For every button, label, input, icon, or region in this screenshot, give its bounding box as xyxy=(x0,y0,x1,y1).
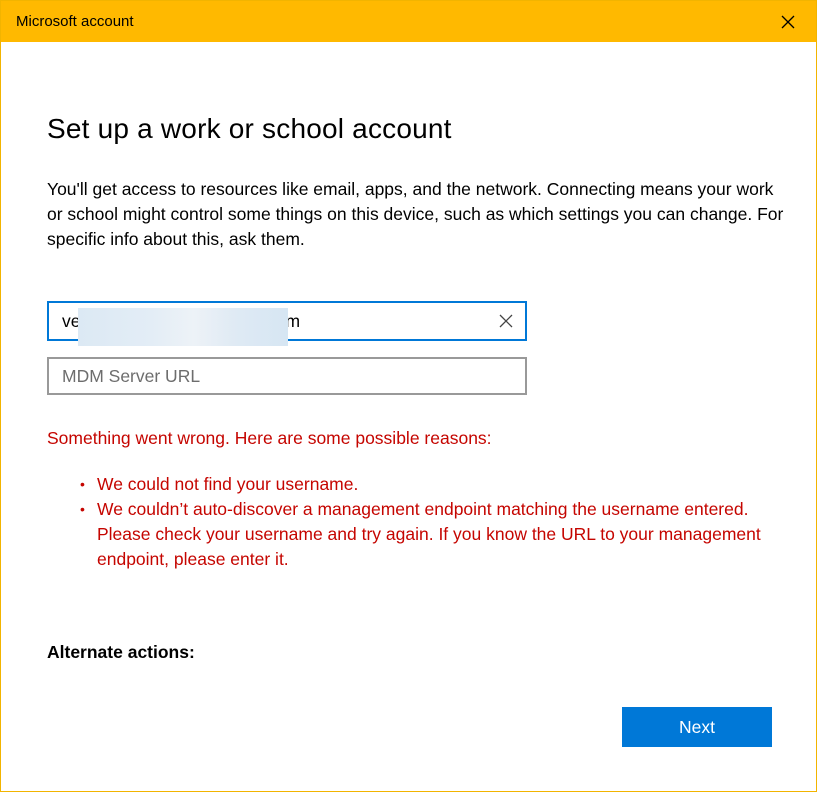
redaction-overlay xyxy=(78,308,288,346)
email-field[interactable]: ve m xyxy=(47,301,527,346)
next-button[interactable]: Next xyxy=(622,707,772,747)
clear-input-button[interactable] xyxy=(495,310,517,332)
page-title: Set up a work or school account xyxy=(47,113,452,144)
title-bar: Microsoft account xyxy=(1,1,816,42)
error-reasons-list: • We could not find your username. • We … xyxy=(80,472,767,572)
close-icon xyxy=(781,15,795,28)
alternate-actions-label: Alternate actions: xyxy=(47,642,195,662)
bullet-icon: • xyxy=(80,476,85,492)
close-button[interactable] xyxy=(760,1,816,42)
page-description: You'll get access to resources like emai… xyxy=(47,179,784,249)
error-reason-text: We couldn’t auto-discover a management e… xyxy=(97,499,761,569)
mdm-server-url-input[interactable] xyxy=(49,359,525,393)
mdm-server-url-field[interactable] xyxy=(47,357,527,395)
error-reason: • We could not find your username. xyxy=(80,472,767,497)
bullet-icon: • xyxy=(80,501,85,517)
error-heading: Something went wrong. Here are some poss… xyxy=(47,428,492,448)
error-reason-text: We could not find your username. xyxy=(97,474,359,494)
clear-input-icon xyxy=(499,314,513,328)
window-title: Microsoft account xyxy=(16,13,134,30)
dialog-window: Microsoft account Set up a work or schoo… xyxy=(0,0,817,792)
error-reason: • We couldn’t auto-discover a management… xyxy=(80,497,767,572)
